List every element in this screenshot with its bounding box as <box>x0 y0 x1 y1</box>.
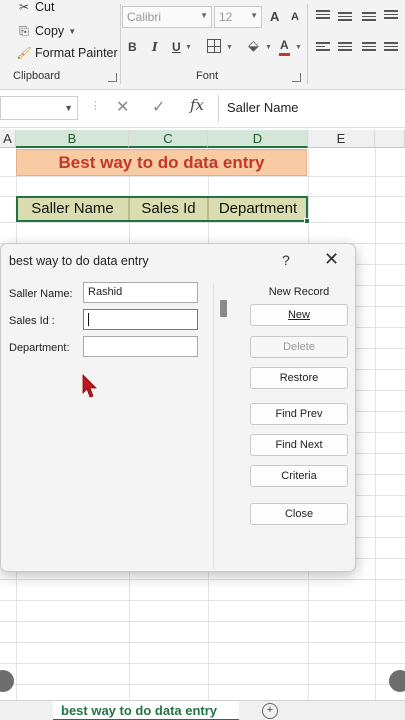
column-header-b[interactable]: B <box>16 130 129 148</box>
fill-color-icon[interactable]: ⬙ <box>248 37 259 54</box>
column-header-c[interactable]: C <box>129 130 208 148</box>
paintbrush-icon: 🖌 <box>16 46 32 60</box>
copy-button[interactable]: ⎘ Copy ▼ <box>17 23 76 39</box>
criteria-button[interactable]: Criteria <box>250 465 348 487</box>
gridline <box>0 222 405 223</box>
align-top-icon[interactable] <box>316 10 330 21</box>
align-middle-icon[interactable] <box>338 12 352 23</box>
underline-button[interactable]: U <box>172 40 181 54</box>
name-box[interactable]: ▼ <box>0 96 78 120</box>
gridline <box>0 684 405 685</box>
add-sheet-icon[interactable]: + <box>262 703 278 719</box>
font-size-select[interactable]: 12 ▼ <box>214 6 262 28</box>
new-button[interactable]: New <box>250 304 348 326</box>
overlay-left-icon <box>0 670 14 692</box>
saller-name-label: Saller Name: <box>9 288 73 300</box>
formula-bar: ▼ ⋮ ✕ ✓ fx Saller Name <box>0 90 405 128</box>
text-caret <box>88 313 89 326</box>
gridline <box>375 148 376 700</box>
gridline <box>0 663 405 664</box>
sheet-title-cell[interactable]: Best way to do data entry <box>16 149 307 176</box>
mouse-cursor-icon <box>82 374 97 398</box>
chevron-down-icon[interactable]: ▼ <box>265 44 272 51</box>
copy-dropdown-icon[interactable]: ▼ <box>68 27 76 36</box>
gridline <box>0 642 405 643</box>
restore-button[interactable]: Restore <box>250 367 348 389</box>
find-next-button[interactable]: Find Next <box>250 434 348 456</box>
chevron-down-icon[interactable]: ▼ <box>185 44 192 51</box>
insert-function-button[interactable]: fx <box>190 96 204 114</box>
column-header-f[interactable] <box>375 130 405 148</box>
fill-handle[interactable] <box>304 218 310 224</box>
borders-icon[interactable] <box>207 39 221 53</box>
gridline <box>0 579 405 580</box>
orientation-icon[interactable] <box>384 10 398 21</box>
delete-button[interactable]: Delete <box>250 336 348 358</box>
cut-label: Cut <box>35 0 55 14</box>
font-family-select[interactable]: Calibri ▼ <box>122 6 212 28</box>
column-header-a[interactable]: A <box>0 130 16 148</box>
scrollbar-thumb[interactable] <box>220 300 227 317</box>
shrink-font-button[interactable]: A <box>291 11 299 23</box>
scissors-icon: ✂ <box>18 0 30 14</box>
chevron-down-icon[interactable]: ▼ <box>64 103 73 113</box>
cut-button[interactable]: ✂ Cut <box>17 0 54 14</box>
gridline <box>0 621 405 622</box>
department-label: Department: <box>9 342 70 354</box>
font-group-label: Font <box>196 70 219 82</box>
font-color-swatch <box>279 53 290 56</box>
cancel-icon[interactable]: ✕ <box>116 97 129 117</box>
ribbon-divider <box>307 4 308 84</box>
font-color-button[interactable]: A <box>280 38 289 52</box>
bold-button[interactable]: B <box>128 40 137 54</box>
dialog-title: best way to do data entry <box>9 254 149 268</box>
sheet-tab-bar: best way to do data entry + <box>0 700 405 720</box>
enter-icon[interactable]: ✓ <box>152 97 165 117</box>
copy-label: Copy <box>35 24 65 38</box>
clipboard-group: ✂ Cut ⎘ Copy ▼ 🖌 Format Painter Clipboar… <box>0 0 120 88</box>
selection-border <box>16 196 308 222</box>
chevron-down-icon: ▼ <box>250 11 258 20</box>
gridline <box>0 176 405 177</box>
font-launcher-icon[interactable] <box>292 73 301 82</box>
sales-id-label: Sales Id : <box>9 315 55 327</box>
align-center-icon[interactable] <box>338 42 352 53</box>
column-header-e[interactable]: E <box>308 130 375 148</box>
ribbon-divider <box>120 4 121 84</box>
record-scrollbar[interactable] <box>213 284 233 569</box>
close-icon[interactable]: ✕ <box>324 249 339 270</box>
align-left-icon[interactable] <box>316 42 330 53</box>
record-indicator: New Record <box>268 286 330 298</box>
more-options-icon[interactable]: ⋮ <box>90 99 101 112</box>
formula-input[interactable]: Saller Name <box>218 95 405 122</box>
department-field[interactable] <box>83 336 198 357</box>
close-button[interactable]: Close <box>250 503 348 525</box>
gridline <box>0 600 405 601</box>
grow-font-button[interactable]: A <box>270 9 279 24</box>
column-header-d[interactable]: D <box>208 130 308 148</box>
ribbon: ✂ Cut ⎘ Copy ▼ 🖌 Format Painter Clipboar… <box>0 0 405 90</box>
font-size-value: 12 <box>219 10 233 24</box>
align-bottom-icon[interactable] <box>362 12 376 23</box>
clipboard-launcher-icon[interactable] <box>108 73 117 82</box>
sales-id-field[interactable] <box>83 309 198 330</box>
clipboard-group-label: Clipboard <box>13 70 61 82</box>
help-icon[interactable]: ? <box>282 252 290 268</box>
saller-name-field[interactable]: Rashid <box>83 282 198 303</box>
chevron-down-icon: ▼ <box>200 11 208 20</box>
copy-icon: ⎘ <box>19 23 29 38</box>
italic-button[interactable]: I <box>152 40 158 54</box>
data-form-dialog: best way to do data entry ? ✕ Saller Nam… <box>0 243 356 572</box>
overlay-right-icon <box>389 670 405 692</box>
format-painter-button[interactable]: 🖌 Format Painter <box>16 46 118 60</box>
indent-icon[interactable] <box>384 42 398 53</box>
font-family-value: Calibri <box>127 10 162 24</box>
align-right-icon[interactable] <box>362 42 376 53</box>
sheet-tab-active[interactable]: best way to do data entry <box>53 701 239 720</box>
find-prev-button[interactable]: Find Prev <box>250 403 348 425</box>
chevron-down-icon[interactable]: ▼ <box>295 44 302 51</box>
format-painter-label: Format Painter <box>35 46 118 60</box>
chevron-down-icon[interactable]: ▼ <box>226 44 233 51</box>
